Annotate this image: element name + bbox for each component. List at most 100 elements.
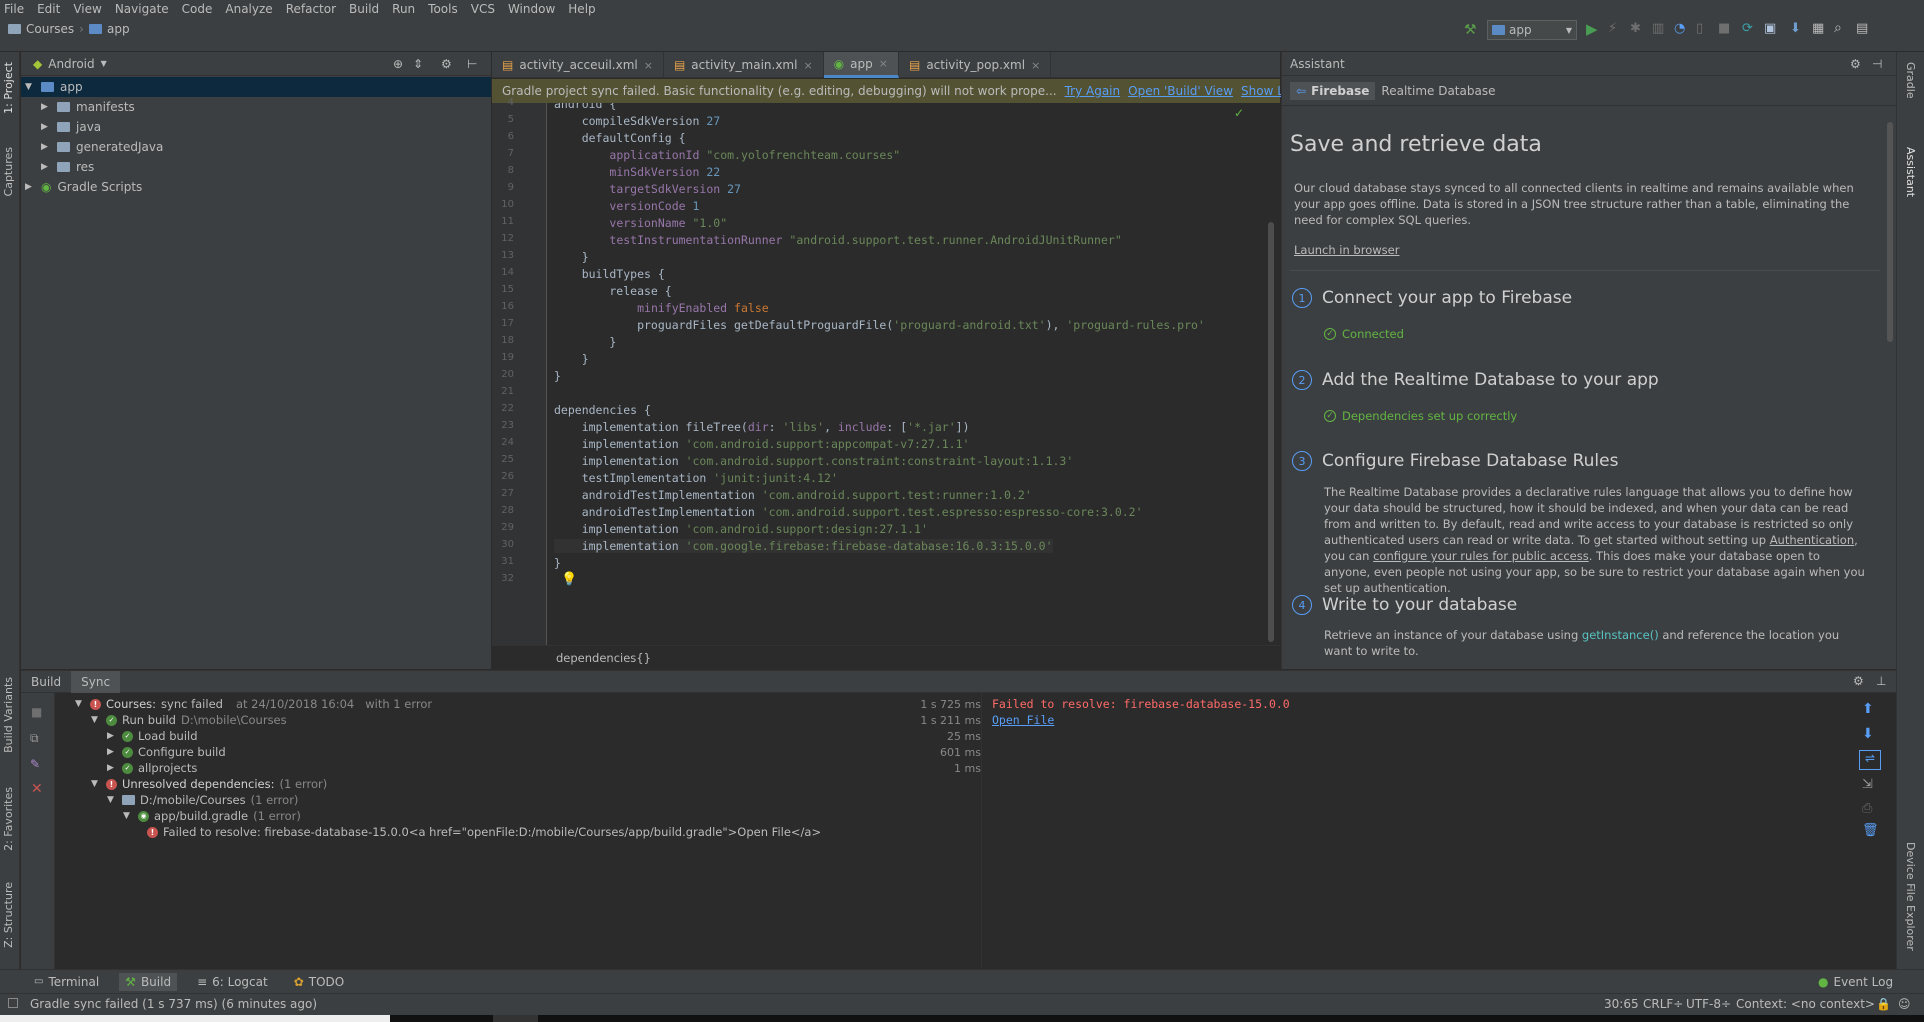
tree-item-manifests[interactable]: ▶ manifests (21, 97, 491, 117)
captures-tool-tab[interactable]: Captures (2, 147, 15, 196)
inspector-icon[interactable]: ☺ (1898, 997, 1911, 1011)
menu-build[interactable]: Build (349, 2, 379, 16)
gradle-tool-tab[interactable]: Gradle (1904, 62, 1917, 99)
file-encoding[interactable]: UTF-8÷ (1686, 997, 1731, 1011)
code-line[interactable]: targetSdkVersion 27 (554, 182, 741, 196)
tree-row-courses[interactable]: ▼! Courses: sync failed at 24/10/2018 16… (75, 696, 981, 712)
authentication-link[interactable]: Authentication (1770, 533, 1854, 547)
context-indicator[interactable]: Context: <no context> (1736, 997, 1875, 1011)
code-line[interactable]: androidTestImplementation 'com.android.s… (554, 505, 1143, 519)
code-line[interactable]: applicationId "com.yolofrenchteam.course… (554, 148, 900, 162)
collapse-arrow-icon[interactable]: ▶ (41, 102, 51, 112)
tree-row-load-build[interactable]: ▶ ✓ Load build 25 ms (107, 728, 981, 744)
gear-icon[interactable]: ⚙ (1850, 57, 1861, 71)
menu-run[interactable]: Run (392, 2, 415, 16)
code-line[interactable]: android { (554, 103, 616, 111)
tree-row-project-path[interactable]: ▼ D:/mobile/Courses (1 error) (107, 792, 298, 808)
status-message[interactable]: Gradle sync failed (1 s 737 ms) (6 minut… (30, 997, 317, 1011)
collapse-arrow-icon[interactable]: ▶ (41, 122, 51, 132)
code-line[interactable]: implementation 'com.android.support:desi… (554, 522, 928, 536)
tab-activity-pop[interactable]: ▤ activity_pop.xml × (899, 52, 1052, 78)
close-icon[interactable]: ✕ (31, 781, 43, 797)
tab-build[interactable]: Build (21, 671, 71, 693)
menu-tools[interactable]: Tools (428, 2, 458, 16)
code-breadcrumb[interactable]: dependencies{} (556, 651, 651, 665)
stop-icon[interactable]: ■ (31, 705, 42, 719)
close-icon[interactable]: × (803, 59, 812, 72)
terminal-tool-button[interactable]: ▭ Terminal (28, 973, 105, 991)
menu-view[interactable]: View (73, 2, 101, 16)
menu-code[interactable]: Code (182, 2, 213, 16)
hide-panel-icon[interactable]: ⊣ (1872, 57, 1882, 71)
assistant-scrollbar[interactable] (1887, 122, 1893, 342)
hide-panel-icon[interactable]: ⊢ (467, 57, 477, 71)
lock-icon[interactable]: 🔒 (1876, 997, 1891, 1011)
stop-icon[interactable]: ■ (1718, 21, 1730, 36)
code-line[interactable]: release { (554, 284, 671, 298)
project-tool-tab[interactable]: 1: Project (2, 62, 15, 114)
code-line[interactable]: implementation 'com.android.support:appc… (554, 437, 970, 451)
public-rules-link[interactable]: configure your rules for public access (1373, 549, 1589, 563)
todo-tool-button[interactable]: ✿ TODO (288, 973, 351, 991)
code-line[interactable]: minifyEnabled false (554, 301, 769, 315)
tab-activity-acceuil[interactable]: ▤ activity_acceuil.xml × (492, 52, 664, 78)
taskbar-search-field[interactable] (0, 1015, 390, 1022)
menu-edit[interactable]: Edit (37, 2, 60, 16)
profile-icon[interactable]: ◔ (1674, 21, 1685, 36)
apply-changes-icon[interactable]: ⚡ (1608, 21, 1617, 36)
close-icon[interactable]: × (644, 59, 653, 72)
run-icon[interactable]: ▶ (1586, 20, 1598, 38)
code-line[interactable]: versionName "1.0" (554, 216, 727, 230)
locate-icon[interactable]: ⊕ (393, 57, 403, 71)
make-project-icon[interactable]: ⚒ (1464, 22, 1477, 38)
down-arrow-icon[interactable]: ⬇ (1862, 726, 1874, 742)
code-line[interactable]: } (554, 556, 561, 570)
filter-icon[interactable]: ⧉ (30, 731, 39, 746)
tree-item-gradle-scripts[interactable]: ▶ ◉ Gradle Scripts (21, 177, 491, 197)
code-line[interactable]: } (554, 369, 561, 383)
run-config-select[interactable]: app ▼ (1487, 20, 1577, 40)
chevron-down-icon[interactable]: ▼ (101, 59, 107, 68)
tree-item-app[interactable]: ▼ app (21, 77, 491, 97)
gear-icon[interactable]: ⚙ (441, 57, 452, 71)
menu-help[interactable]: Help (568, 2, 595, 16)
project-structure-icon[interactable]: ▦ (1812, 21, 1824, 36)
avd-manager-icon[interactable]: ▣ (1764, 21, 1776, 36)
event-log-button[interactable]: ● Event Log (1812, 973, 1899, 991)
search-icon[interactable]: ⌕ (1834, 20, 1842, 36)
tree-item-generated-java[interactable]: ▶ generatedJava (21, 137, 491, 157)
breadcrumb-project[interactable]: Courses (26, 22, 74, 36)
editor-scrollbar[interactable] (1268, 222, 1274, 642)
collapse-arrow-icon[interactable]: ▶ (41, 162, 51, 172)
structure-tool-tab[interactable]: Z: Structure (2, 882, 15, 948)
code-line[interactable]: versionCode 1 (554, 199, 699, 213)
tree-row-run-build[interactable]: ▼ ✓ Run build D:\mobile\Courses 1 s 211 m… (91, 712, 981, 728)
code-line[interactable]: } (554, 352, 589, 366)
assistant-tool-tab[interactable]: Assistant (1904, 147, 1917, 197)
hide-panel-icon[interactable]: ⊥ (1876, 674, 1886, 688)
pin-icon[interactable]: ✎ (30, 757, 40, 771)
tab-app-gradle[interactable]: ◉ app × (823, 52, 899, 78)
sync-gradle-icon[interactable]: ⟳ (1742, 21, 1753, 36)
favorites-tool-tab[interactable]: 2: Favorites (2, 787, 15, 851)
tree-item-java[interactable]: ▶ java (21, 117, 491, 137)
menu-analyze[interactable]: Analyze (225, 2, 272, 16)
build-variants-tool-tab[interactable]: Build Variants (2, 677, 15, 753)
device-explorer-tool-tab[interactable]: Device File Explorer (1904, 842, 1917, 951)
collapse-arrow-icon[interactable]: ▶ (41, 142, 51, 152)
logcat-tool-button[interactable]: ≡ 6: Logcat (191, 973, 274, 991)
toggle-tool-windows-icon[interactable] (8, 998, 18, 1008)
gear-icon[interactable]: ⚙ (1853, 674, 1864, 688)
up-arrow-icon[interactable]: ⬆ (1862, 701, 1874, 717)
menu-window[interactable]: Window (508, 2, 555, 16)
coverage-icon[interactable]: ▥ (1652, 21, 1664, 36)
code-line[interactable]: implementation 'com.google.firebase:fire… (554, 539, 1053, 553)
sdk-manager-icon[interactable]: ⬇ (1790, 21, 1801, 36)
lightbulb-icon[interactable]: 💡 (561, 572, 577, 587)
tab-activity-main[interactable]: ▤ activity_main.xml × (664, 52, 824, 78)
menu-refactor[interactable]: Refactor (286, 2, 336, 16)
collapse-icon[interactable]: ⇕ (413, 57, 423, 71)
tree-row-failed-resolve[interactable]: ! Failed to resolve: firebase-database-1… (147, 824, 821, 840)
code-line[interactable]: proguardFiles getDefaultProguardFile('pr… (554, 318, 1205, 332)
code-line[interactable]: buildTypes { (554, 267, 665, 281)
